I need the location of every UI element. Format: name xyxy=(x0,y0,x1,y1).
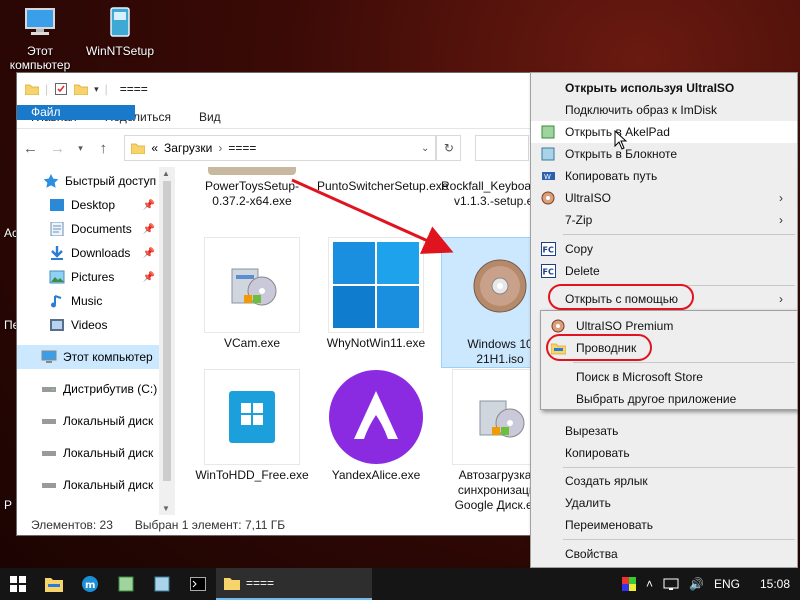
taskbar-window-title: ==== xyxy=(246,576,275,590)
clock[interactable]: 15:08 xyxy=(760,577,790,591)
menu-item-open-with[interactable]: Открыть с помощью › xyxy=(531,288,797,310)
akelpad-icon xyxy=(541,125,555,139)
chevron-right-icon: › xyxy=(779,292,783,306)
menu-item-label: UltraISO xyxy=(565,191,612,205)
color-app-icon[interactable] xyxy=(621,577,636,591)
akelpad-icon xyxy=(118,576,134,592)
explorer-icon xyxy=(551,343,566,355)
menu-item-delete-fc[interactable]: FC Delete xyxy=(531,260,797,282)
svg-text:m: m xyxy=(85,580,95,591)
menu-item-label: Выбрать другое приложение xyxy=(576,392,737,406)
taskbar-active-window[interactable]: ==== xyxy=(216,568,372,600)
menu-item-label: Открыть используя UltraISO xyxy=(565,81,735,95)
chevron-right-icon: › xyxy=(779,191,783,205)
menu-item-create-shortcut[interactable]: Создать ярлык xyxy=(531,470,797,492)
menu-item-cut[interactable]: Вырезать xyxy=(531,420,797,442)
menu-item-delete[interactable]: Удалить xyxy=(531,492,797,514)
taskbar: m ==== ˄ 🔊 ENG 15:08 xyxy=(0,568,800,600)
ultraiso-icon xyxy=(541,191,555,205)
svg-text:W: W xyxy=(544,173,551,181)
menu-item-copy-fc[interactable]: FC Copy xyxy=(531,238,797,260)
windows-logo-icon xyxy=(10,576,26,592)
menu-item-label: Проводник xyxy=(576,341,637,355)
cursor-icon xyxy=(614,130,628,150)
menu-item-akelpad[interactable]: Открыть в AkelPad xyxy=(531,121,797,143)
chevron-right-icon: › xyxy=(779,213,783,227)
start-button[interactable] xyxy=(0,568,36,600)
ultraiso-icon xyxy=(551,319,565,333)
copy-path-icon: W xyxy=(542,172,555,181)
menu-item-rename[interactable]: Переименовать xyxy=(531,514,797,536)
menu-item-label: Создать ярлык xyxy=(565,474,648,488)
menu-item-properties[interactable]: Свойства xyxy=(531,543,797,565)
menu-item-label: Копировать xyxy=(565,446,630,460)
menu-item-label: Открыть с помощью xyxy=(565,292,679,306)
system-tray: ˄ 🔊 ENG 15:08 xyxy=(621,577,800,591)
menu-item-label: Подключить образ к ImDisk xyxy=(565,103,718,117)
folder-icon xyxy=(45,578,63,592)
app-m-icon: m xyxy=(82,576,98,592)
menu-item-copy-path[interactable]: W Копировать путь xyxy=(531,165,797,187)
svg-text:FC: FC xyxy=(543,268,554,277)
menu-item-label: Удалить xyxy=(565,496,611,510)
menu-item-label: Вырезать xyxy=(565,424,619,438)
language-indicator[interactable]: ENG xyxy=(714,577,740,591)
menu-item-label: Переименовать xyxy=(565,518,653,532)
menu-item-7zip[interactable]: 7-Zip › xyxy=(531,209,797,231)
taskbar-notepad[interactable] xyxy=(144,568,180,600)
menu-item-label: Свойства xyxy=(565,547,618,561)
notepad-icon xyxy=(154,576,170,592)
submenu-item-ultraiso-premium[interactable]: UltraISO Premium xyxy=(541,315,797,337)
menu-item-label: Copy xyxy=(565,242,594,256)
menu-item-label: UltraISO Premium xyxy=(576,319,674,333)
menu-separator xyxy=(563,285,795,286)
menu-separator xyxy=(563,539,795,540)
submenu-item-explorer[interactable]: Проводник xyxy=(541,337,797,359)
taskbar-cmd[interactable] xyxy=(180,568,216,600)
taskbar-file-explorer[interactable] xyxy=(36,568,72,600)
menu-separator xyxy=(563,234,795,235)
folder-icon xyxy=(224,578,240,590)
menu-item-ultraiso[interactable]: UltraISO › xyxy=(531,187,797,209)
menu-item-label: Копировать путь xyxy=(565,169,658,183)
notepad-icon xyxy=(541,147,555,161)
svg-text:FC: FC xyxy=(543,246,554,255)
open-with-submenu: UltraISO Premium Проводник Поиск в Micro… xyxy=(540,310,798,410)
menu-item-imdisk[interactable]: Подключить образ к ImDisk xyxy=(531,99,797,121)
menu-item-notepad[interactable]: Открыть в Блокноте xyxy=(531,143,797,165)
menu-separator xyxy=(563,467,795,468)
menu-item-label: Delete xyxy=(565,264,600,278)
volume-icon[interactable]: 🔊 xyxy=(689,577,704,591)
fc-icon: FC xyxy=(541,242,556,256)
submenu-item-choose-app[interactable]: Выбрать другое приложение xyxy=(541,388,797,410)
network-icon[interactable] xyxy=(663,578,679,590)
menu-separator xyxy=(573,362,795,363)
chevron-up-icon[interactable]: ˄ xyxy=(646,577,653,591)
menu-item-copy[interactable]: Копировать xyxy=(531,442,797,464)
fc-icon: FC xyxy=(541,264,556,278)
taskbar-akelpad[interactable] xyxy=(108,568,144,600)
menu-item-label: 7-Zip xyxy=(565,213,593,227)
menu-item-label: Поиск в Microsoft Store xyxy=(576,370,703,384)
terminal-icon xyxy=(190,577,206,591)
taskbar-app-m[interactable]: m xyxy=(72,568,108,600)
menu-item-open-ultraiso[interactable]: Открыть используя UltraISO xyxy=(531,77,797,99)
submenu-item-store[interactable]: Поиск в Microsoft Store xyxy=(541,366,797,388)
